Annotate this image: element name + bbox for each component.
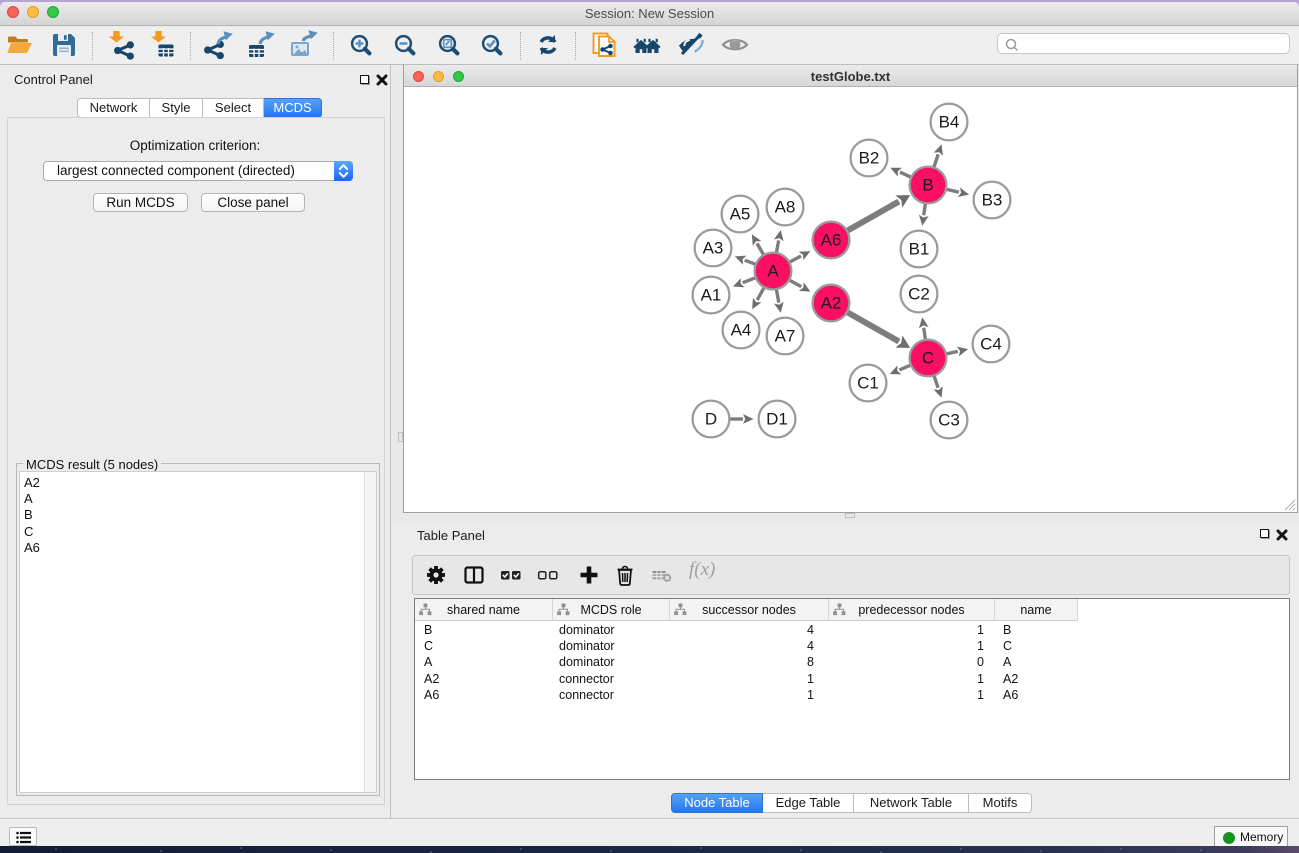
svg-text:A8: A8 <box>775 198 796 217</box>
svg-text:A6: A6 <box>821 231 842 250</box>
svg-text:A1: A1 <box>701 286 722 305</box>
svg-text:C4: C4 <box>980 335 1002 354</box>
svg-text:C2: C2 <box>908 285 930 304</box>
svg-text:B3: B3 <box>982 191 1003 210</box>
svg-text:A2: A2 <box>821 294 842 313</box>
svg-text:A4: A4 <box>731 321 752 340</box>
svg-text:D: D <box>705 410 717 429</box>
svg-text:C: C <box>922 349 934 368</box>
svg-text:D1: D1 <box>766 410 788 429</box>
svg-text:A7: A7 <box>775 327 796 346</box>
svg-text:C1: C1 <box>857 374 879 393</box>
svg-text:B1: B1 <box>909 240 930 259</box>
svg-text:A3: A3 <box>703 239 724 258</box>
svg-text:C3: C3 <box>938 411 960 430</box>
svg-text:A5: A5 <box>730 205 751 224</box>
svg-text:B4: B4 <box>939 113 960 132</box>
svg-text:B: B <box>922 176 933 195</box>
svg-text:B2: B2 <box>859 149 880 168</box>
svg-text:A: A <box>767 262 779 281</box>
